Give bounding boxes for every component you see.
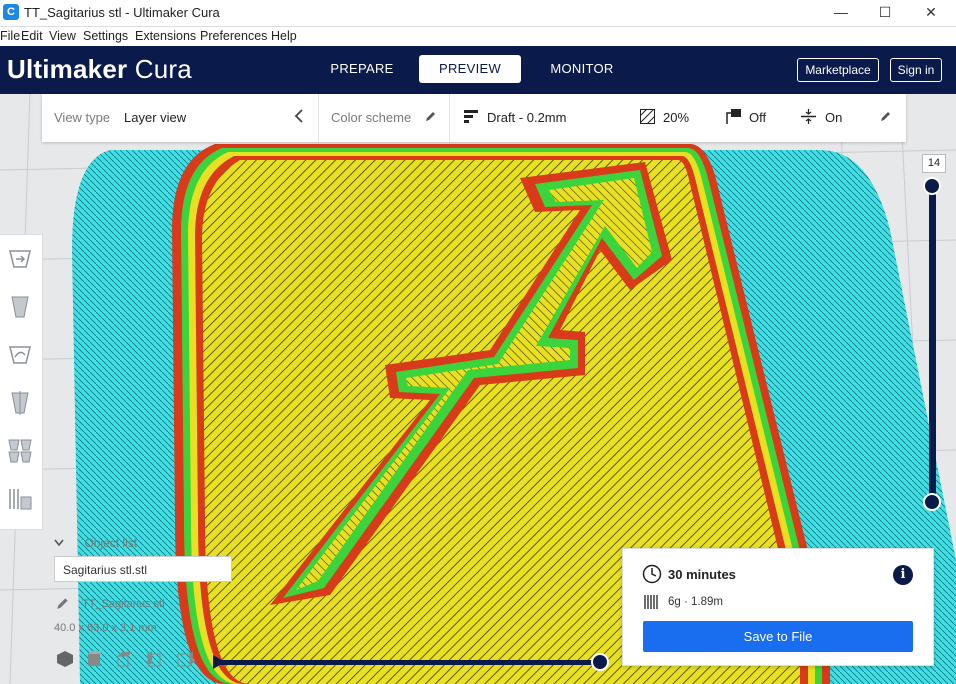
profile-icon — [464, 109, 478, 126]
infill-icon — [639, 108, 656, 127]
title-bar: C TT_Sagitarius stl - Ultimaker Cura — ☐… — [0, 0, 956, 27]
front-view-icon[interactable] — [86, 650, 104, 673]
tab-monitor[interactable]: MONITOR — [536, 55, 628, 83]
print-estimate-panel: 30 minutes i 6g · 1.89m Save to File — [622, 548, 934, 666]
object-name[interactable]: TT_Sagitarius stl — [82, 598, 165, 610]
support-blocker-icon[interactable] — [6, 485, 34, 513]
menu-edit[interactable]: Edit — [21, 29, 43, 43]
menu-view[interactable]: View — [49, 29, 76, 43]
right-view-icon[interactable] — [176, 650, 194, 673]
object-list-title: Object list — [84, 536, 138, 550]
object-dimensions: 40.0 x 63.0 x 3.1 mm — [54, 622, 157, 634]
tab-preview[interactable]: PREVIEW — [419, 55, 521, 83]
object-list-header[interactable]: Object list — [54, 534, 234, 552]
support-value[interactable]: Off — [749, 110, 766, 125]
layer-slider-bottom-handle[interactable] — [923, 493, 941, 511]
print-time: 30 minutes — [668, 567, 736, 582]
mirror-tool-icon[interactable] — [6, 389, 34, 417]
layer-slider-top-handle[interactable] — [923, 177, 941, 195]
path-slider-handle[interactable] — [591, 653, 609, 671]
print-profile-value[interactable]: Draft - 0.2mm — [487, 110, 566, 125]
tab-prepare[interactable]: PREPARE — [318, 55, 406, 83]
infill-value[interactable]: 20% — [663, 110, 689, 125]
menu-preferences[interactable]: Preferences — [200, 29, 267, 43]
logo-brand: Ultimaker — [7, 54, 128, 84]
chevron-down-icon[interactable] — [54, 538, 68, 550]
close-button[interactable]: ✕ — [908, 0, 954, 26]
3d-view-icon[interactable] — [56, 650, 74, 673]
adhesion-icon — [801, 109, 816, 127]
window-title: TT_Sagitarius stl - Ultimaker Cura — [24, 5, 220, 20]
marketplace-button[interactable]: Marketplace — [797, 58, 879, 82]
view-type-dropdown[interactable]: Layer view — [124, 110, 186, 125]
app-header: Ultimaker Cura PREPARE PREVIEW MONITOR M… — [0, 46, 956, 94]
rotate-tool-icon[interactable] — [6, 341, 34, 369]
menu-help[interactable]: Help — [271, 29, 297, 43]
adhesion-value[interactable]: On — [825, 110, 842, 125]
view-options-bar: View type Layer view Color scheme Draft … — [42, 94, 906, 142]
object-list-item[interactable]: Sagitarius stl.stl — [54, 556, 232, 582]
layer-slider[interactable] — [929, 186, 936, 502]
path-slider[interactable] — [216, 660, 600, 665]
move-tool-icon[interactable] — [6, 245, 34, 273]
view-orientation-buttons — [56, 650, 206, 670]
current-layer-label: 14 — [922, 154, 946, 173]
sign-in-button[interactable]: Sign in — [890, 58, 942, 82]
logo-product: Cura — [134, 54, 192, 84]
per-model-settings-icon[interactable] — [6, 437, 34, 465]
menu-settings[interactable]: Settings — [83, 29, 128, 43]
material-estimate: 6g · 1.89m — [668, 596, 723, 608]
pencil-icon[interactable] — [56, 596, 70, 615]
object-list-panel: Object list Sagitarius stl.stl TT_Sagita… — [54, 534, 234, 634]
menu-file[interactable]: File — [0, 29, 20, 43]
divider — [318, 94, 319, 142]
maximize-button[interactable]: ☐ — [862, 0, 908, 26]
left-view-icon[interactable] — [146, 650, 164, 673]
ultimaker-cura-logo: Ultimaker Cura — [7, 54, 192, 85]
clock-icon — [642, 564, 662, 589]
save-to-file-button[interactable]: Save to File — [643, 621, 913, 652]
menu-bar: File Edit View Settings Extensions Prefe… — [0, 27, 956, 47]
view-type-label: View type — [54, 110, 111, 125]
support-icon — [726, 109, 741, 127]
cura-app-icon: C — [3, 4, 19, 20]
pencil-icon[interactable] — [425, 109, 437, 125]
divider — [449, 94, 450, 142]
menu-extensions[interactable]: Extensions — [135, 29, 196, 43]
info-icon[interactable]: i — [893, 565, 913, 585]
pencil-icon[interactable] — [880, 109, 892, 125]
color-scheme-label[interactable]: Color scheme — [331, 110, 411, 125]
chevron-left-icon[interactable] — [294, 109, 304, 126]
tool-panel — [0, 234, 43, 530]
top-view-icon[interactable] — [116, 650, 134, 673]
scale-tool-icon[interactable] — [6, 293, 34, 321]
minimize-button[interactable]: — — [818, 0, 864, 26]
filament-spool-icon — [643, 593, 661, 616]
